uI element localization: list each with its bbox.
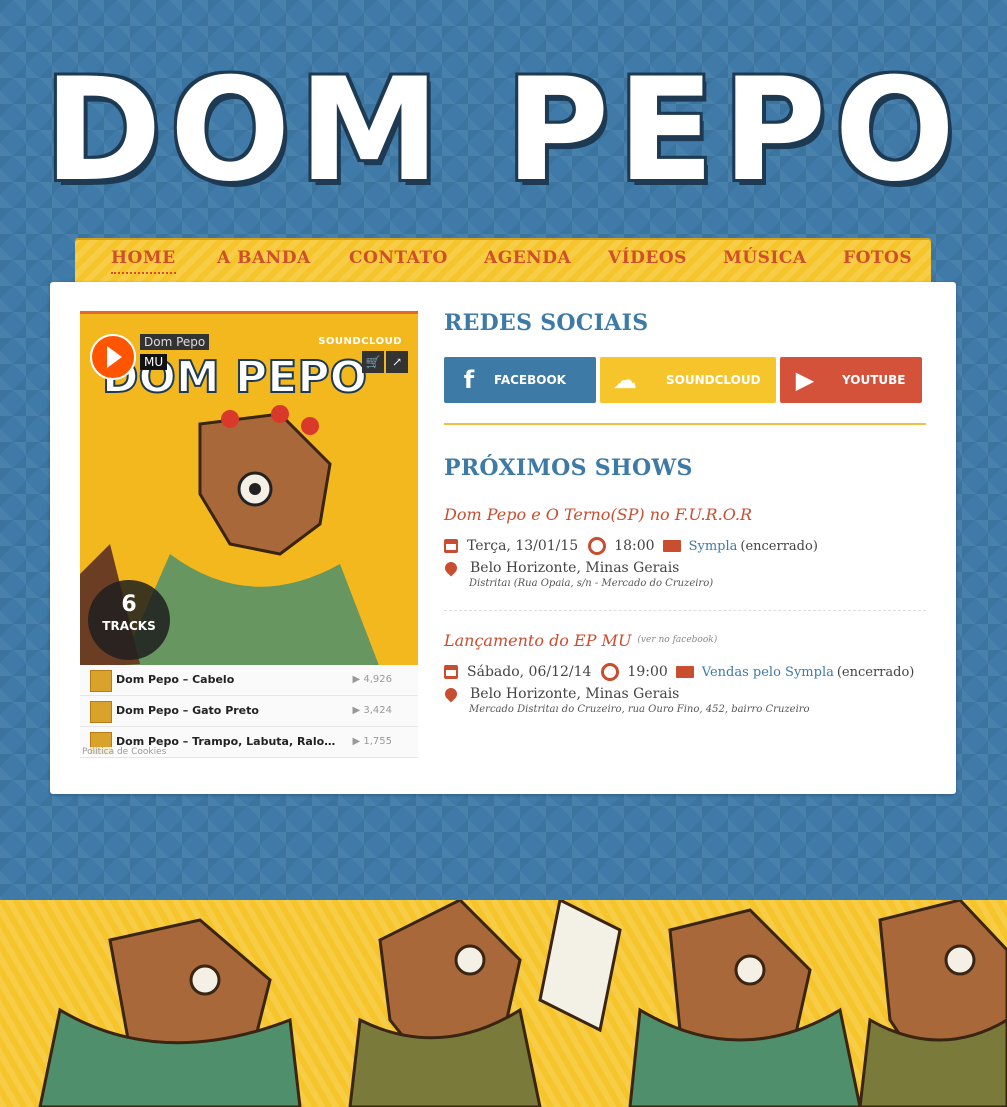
ticket-status: (encerrado) xyxy=(836,664,915,680)
nav-contato[interactable]: CONTATO xyxy=(349,248,448,268)
ticket-icon xyxy=(662,540,681,552)
ticket-status: (encerrado) xyxy=(740,538,818,554)
ticket-icon xyxy=(675,666,694,678)
facebook-icon: f xyxy=(463,366,475,394)
show-time: 18:00 xyxy=(614,538,655,554)
show-city: Belo Horizonte, Minas Gerais xyxy=(470,686,680,702)
share-icon[interactable]: ↗ xyxy=(386,351,408,373)
tracks-count-badge: 6 TRACKS xyxy=(88,580,170,660)
show-item: Lançamento do EP MU (ver no facebook) Sá… xyxy=(442,626,926,715)
track-row[interactable]: Dom Pepo – Cabelo ▶ 4,926 xyxy=(80,665,418,696)
play-count: 3,424 xyxy=(363,705,392,716)
soundcloud-button[interactable]: ☁ SOUNDCLOUD xyxy=(600,357,776,403)
main-nav: HOME A BANDA CONTATO AGENDA VÍDEOS MÚSIC… xyxy=(75,238,931,284)
player-actions: 🛒 ↗ xyxy=(362,351,408,373)
location-pin-icon xyxy=(442,559,460,577)
show-name[interactable]: Dom Pepo e O Terno(SP) no F.U.R.O.R xyxy=(444,505,752,524)
facebook-button[interactable]: f FACEBOOK xyxy=(444,357,596,403)
nav-fotos[interactable]: FOTOS xyxy=(843,248,912,268)
play-button[interactable] xyxy=(90,334,136,380)
show-date: Sábado, 06/12/14 xyxy=(467,664,592,680)
track-list: Dom Pepo – Cabelo ▶ 4,926 Dom Pepo – Gat… xyxy=(80,665,418,758)
youtube-button[interactable]: ▶ YOUTUBE xyxy=(780,357,922,403)
section-divider xyxy=(444,423,926,425)
nav-agenda[interactable]: AGENDA xyxy=(484,248,571,268)
show-date: Terça, 13/01/15 xyxy=(467,538,579,554)
track-plays: ▶ 3,424 xyxy=(352,705,392,716)
player-artist[interactable]: Dom Pepo xyxy=(140,334,210,350)
ticket-link[interactable]: Vendas pelo Sympla xyxy=(702,665,834,680)
characters-illustration xyxy=(38,900,1007,1107)
calendar-icon xyxy=(444,539,458,553)
soundcloud-player: DOM PEPO Dom Pepo MU SOUNDCLOUD 🛒 ↗ 6 TR… xyxy=(80,311,418,761)
show-location-row: Belo Horizonte, Minas Gerais xyxy=(442,558,926,578)
social-title: REDES SOCIAIS xyxy=(444,310,649,336)
shows-title: PRÓXIMOS SHOWS xyxy=(444,455,693,481)
nav-a-banda[interactable]: A BANDA xyxy=(217,248,311,268)
track-plays: ▶ 4,926 xyxy=(352,674,392,685)
ticket-link[interactable]: Sympla xyxy=(689,539,738,554)
bottom-illustration xyxy=(0,900,1007,1107)
show-name[interactable]: Lançamento do EP MU xyxy=(444,631,631,650)
calendar-icon xyxy=(444,665,458,679)
track-count: 6 xyxy=(121,592,137,617)
show-datetime-row: Terça, 13/01/15 18:00 Sympla (encerrado) xyxy=(444,534,926,558)
location-pin-icon xyxy=(442,685,460,703)
show-name-row: Lançamento do EP MU (ver no facebook) xyxy=(444,626,926,654)
track-thumbnail xyxy=(90,670,112,692)
play-count: 1,755 xyxy=(363,736,392,747)
clock-icon xyxy=(601,663,620,681)
content-card: DOM PEPO Dom Pepo MU SOUNDCLOUD 🛒 ↗ 6 TR… xyxy=(50,282,956,794)
tracks-label: TRACKS xyxy=(102,619,156,633)
show-address: Mercado Distritaı do Cruzeiro, rua Ouro … xyxy=(469,704,810,715)
nav-videos[interactable]: VÍDEOS xyxy=(608,248,687,268)
track-title[interactable]: Dom Pepo – Gato Preto xyxy=(116,704,336,717)
show-separator xyxy=(444,610,926,611)
show-time: 19:00 xyxy=(627,664,668,680)
right-column: REDES SOCIAIS f FACEBOOK ☁ SOUNDCLOUD ▶ … xyxy=(442,310,928,715)
social-buttons: f FACEBOOK ☁ SOUNDCLOUD ▶ YOUTUBE xyxy=(444,357,922,403)
play-count: 4,926 xyxy=(363,674,392,685)
show-name-row: Dom Pepo e O Terno(SP) no F.U.R.O.R xyxy=(444,500,926,528)
album-artwork[interactable]: DOM PEPO Dom Pepo MU SOUNDCLOUD 🛒 ↗ 6 TR… xyxy=(80,311,418,668)
track-plays: ▶ 1,755 xyxy=(352,736,392,747)
show-datetime-row: Sábado, 06/12/14 19:00 Vendas pelo Sympl… xyxy=(444,660,926,684)
track-thumbnail xyxy=(90,701,112,723)
show-address: Distritaı (Rua Opaia, s/n - Mercado do C… xyxy=(469,578,714,589)
show-item: Dom Pepo e O Terno(SP) no F.U.R.O.R Terç… xyxy=(442,500,926,589)
show-location-row: Belo Horizonte, Minas Gerais xyxy=(442,684,926,704)
soundcloud-logo[interactable]: SOUNDCLOUD xyxy=(318,336,402,347)
clock-icon xyxy=(588,537,607,555)
youtube-icon: ▶ xyxy=(795,366,815,394)
site-logo[interactable]: DOM PEPO xyxy=(0,60,1007,202)
facebook-label: FACEBOOK xyxy=(494,373,566,387)
cookie-policy-link[interactable]: Política de Cookies xyxy=(82,747,167,757)
cart-icon[interactable]: 🛒 xyxy=(362,351,384,373)
player-album[interactable]: MU xyxy=(140,354,168,370)
nav-musica[interactable]: MÚSICA xyxy=(723,248,807,268)
track-title[interactable]: Dom Pepo – Cabelo xyxy=(116,673,336,686)
track-row[interactable]: Dom Pepo – Gato Preto ▶ 3,424 xyxy=(80,696,418,727)
soundcloud-label: SOUNDCLOUD xyxy=(666,373,761,387)
show-note[interactable]: (ver no facebook) xyxy=(637,635,717,645)
nav-home[interactable]: HOME xyxy=(111,248,176,274)
youtube-label: YOUTUBE xyxy=(842,373,906,387)
soundcloud-icon: ☁ xyxy=(613,366,637,394)
show-city: Belo Horizonte, Minas Gerais xyxy=(470,560,680,576)
